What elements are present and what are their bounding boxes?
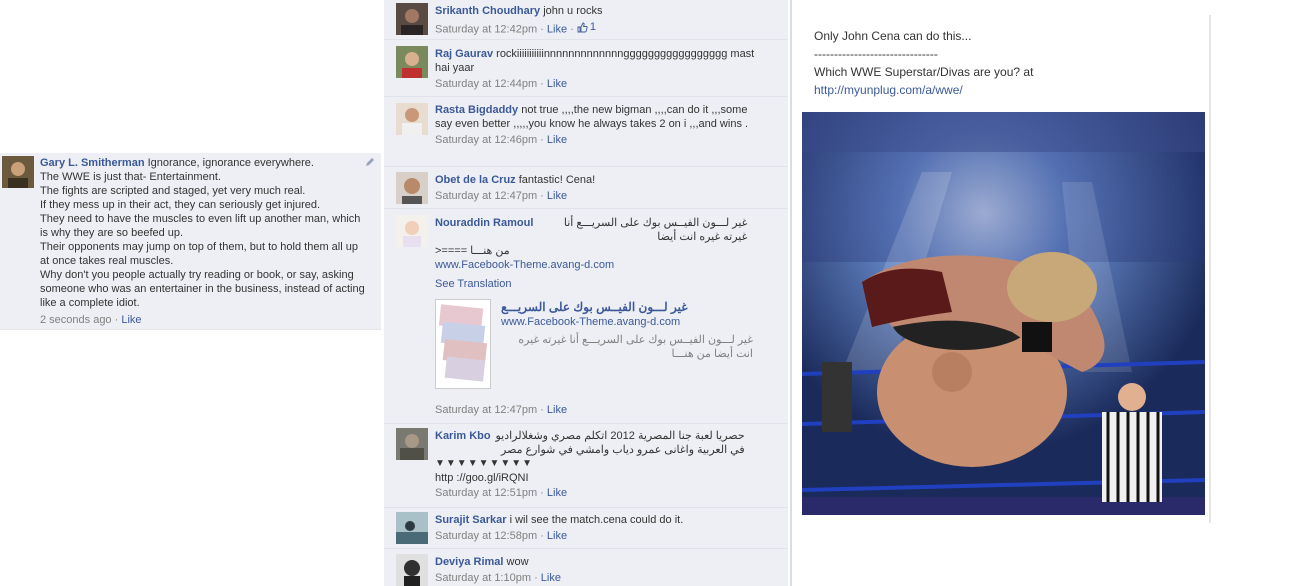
like-link[interactable]: Like	[547, 134, 567, 146]
comment-text: Ignorance, ignorance everywhere.	[147, 157, 314, 169]
comment-time[interactable]: Saturday at 12:46pm	[435, 134, 537, 146]
comment-author[interactable]: Rasta Bigdaddy	[435, 104, 518, 116]
comment-author[interactable]: Deviya Rimal	[435, 556, 503, 568]
comment-list: Srikanth Choudhary john u rocks Saturday…	[384, 0, 788, 586]
comment-author[interactable]: Raj Gaurav	[435, 48, 493, 60]
photo-caption: Only John Cena can do this... ----------…	[814, 27, 1194, 99]
detached-comment: Gary L. Smitherman Ignorance, ignorance …	[0, 153, 381, 330]
comment-time[interactable]: 2 seconds ago	[40, 314, 112, 326]
avatar[interactable]	[396, 46, 428, 78]
comment-text: غير لـــون الفيــس بوك على السريـــع أنا…	[563, 217, 748, 243]
comment-text: The fights are scripted and staged, yet …	[40, 185, 306, 197]
like-link[interactable]: Like	[541, 572, 561, 584]
preview-url[interactable]: www.Facebook-Theme.avang-d.com	[501, 315, 680, 329]
comment-text: The WWE is just that- Entertainment.	[40, 171, 221, 183]
avatar[interactable]	[396, 215, 428, 247]
avatar[interactable]	[2, 156, 34, 188]
pencil-icon[interactable]	[364, 156, 376, 168]
avatar[interactable]	[396, 103, 428, 135]
comment-author[interactable]: Srikanth Choudhary	[435, 5, 540, 17]
avatar[interactable]	[396, 172, 428, 204]
comment-text: john u rocks	[543, 5, 603, 17]
comment-link-text: http ://goo.gl/iRQNI	[435, 472, 529, 484]
avatar[interactable]	[396, 3, 428, 35]
caption-line: Only John Cena can do this...	[814, 29, 972, 43]
avatar[interactable]	[396, 512, 428, 544]
comment-text: wow	[506, 556, 529, 568]
comment-text: fantastic! Cena!	[518, 174, 596, 186]
like-link[interactable]: Like	[547, 24, 567, 36]
arrows-text: ▼▼▼▼▼▼▼▼▼	[435, 458, 534, 469]
caption-line: Which WWE Superstar/Divas are you? at	[814, 65, 1034, 79]
comment-item: Surajit Sarkar i wil see the match.cena …	[384, 508, 788, 549]
comment-text: من هنـــا ====<	[435, 245, 510, 257]
comment-text: i wil see the match.cena could do it.	[509, 514, 684, 526]
photo-panel: Only John Cena can do this... ----------…	[795, 15, 1211, 523]
wrestling-photo[interactable]	[802, 112, 1205, 515]
comment-text: Why don't you people actually try readin…	[40, 269, 365, 309]
comment-time[interactable]: Saturday at 1:10pm	[435, 572, 531, 584]
comment-item: Nouraddin Ramoul غير لـــون الفيــس بوك …	[384, 209, 788, 424]
like-link[interactable]: Like	[547, 530, 567, 542]
like-link[interactable]: Like	[547, 487, 567, 499]
comment-item: Obet de la Cruz fantastic! Cena! Saturda…	[384, 167, 788, 209]
comment-item: Karim Kbo حصريا لعبة جنا المصرية 2012 ات…	[384, 424, 788, 508]
comment-time[interactable]: Saturday at 12:42pm	[435, 24, 537, 36]
avatar[interactable]	[396, 428, 428, 460]
comment-time[interactable]: Saturday at 12:51pm	[435, 487, 537, 499]
comment-text: Their opponents may jump on top of them,…	[40, 241, 358, 267]
comment-time[interactable]: Saturday at 12:58pm	[435, 530, 537, 542]
avatar[interactable]	[396, 554, 428, 586]
thumbs-up-icon	[577, 22, 588, 32]
column-divider	[790, 0, 792, 586]
comment-item: Srikanth Choudhary john u rocks Saturday…	[384, 0, 788, 40]
comment-text: They need to have the muscles to even li…	[40, 213, 361, 239]
like-link[interactable]: Like	[121, 314, 141, 326]
comment-item: Rasta Bigdaddy not true ,,,,the new bigm…	[384, 97, 788, 167]
comment-link[interactable]: www.Facebook-Theme.avang-d.com	[435, 259, 614, 271]
comment-author[interactable]: Obet de la Cruz	[435, 174, 516, 186]
comment-time[interactable]: Saturday at 12:47pm	[435, 404, 537, 416]
like-count[interactable]: 1	[577, 20, 596, 34]
comment-item: Raj Gaurav rockiiiiiiiiiiinnnnnnnnnnnnng…	[384, 40, 788, 97]
comment-item: Deviya Rimal wow Saturday at 1:10pm · Li…	[384, 549, 788, 586]
like-link[interactable]: Like	[547, 404, 567, 416]
see-translation-link[interactable]: See Translation	[435, 278, 511, 290]
caption-link[interactable]: http://myunplug.com/a/wwe/	[814, 83, 963, 97]
comment-author[interactable]: Karim Kbo	[435, 429, 491, 443]
comment-author[interactable]: Nouraddin Ramoul	[435, 216, 533, 230]
preview-title[interactable]: غير لـــون الفيــس بوك على السريـــع	[501, 300, 761, 314]
comment-text: حصريا لعبة جنا المصرية 2012 اتكلم مصري و…	[495, 430, 745, 456]
preview-description: غير لـــون الفيــس بوك على السريـــع أنا…	[518, 334, 753, 360]
link-preview[interactable]: غير لـــون الفيــس بوك على السريـــع www…	[435, 299, 765, 394]
preview-thumbnail[interactable]	[435, 299, 491, 389]
comment-text: If they mess up in their act, they can s…	[40, 199, 321, 211]
comment-author[interactable]: Gary L. Smitherman	[40, 157, 145, 169]
comment-time[interactable]: Saturday at 12:44pm	[435, 78, 537, 90]
comment-time[interactable]: Saturday at 12:47pm	[435, 190, 537, 202]
caption-line: -------------------------------	[814, 47, 938, 61]
comment-author[interactable]: Surajit Sarkar	[435, 514, 507, 526]
like-link[interactable]: Like	[547, 78, 567, 90]
like-link[interactable]: Like	[547, 190, 567, 202]
